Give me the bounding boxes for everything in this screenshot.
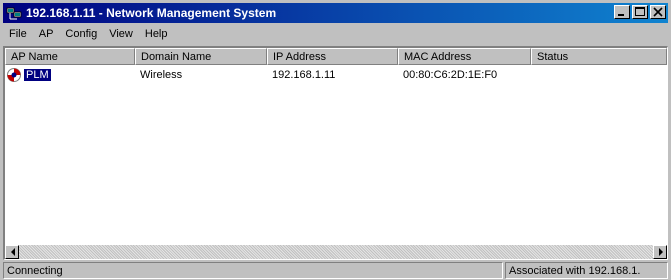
table-row[interactable]: PLM Wireless 192.168.1.11 00:80:C6:2D:1E… <box>5 66 667 83</box>
window-title: 192.168.1.11 - Network Management System <box>26 6 277 20</box>
arrow-right-icon <box>659 248 663 256</box>
minimize-icon <box>618 14 624 16</box>
status-bar: Connecting Associated with 192.168.1. <box>3 262 668 279</box>
column-header-status[interactable]: Status <box>531 48 667 65</box>
status-connection: Connecting <box>3 262 503 279</box>
arrow-left-icon <box>11 248 15 256</box>
column-header-mac-address[interactable]: MAC Address <box>398 48 531 65</box>
list-rows: PLM Wireless 192.168.1.11 00:80:C6:2D:1E… <box>5 66 667 83</box>
cell-domain-name: Wireless <box>140 68 183 81</box>
menu-view[interactable]: View <box>103 25 139 44</box>
column-header-domain-name[interactable]: Domain Name <box>135 48 267 65</box>
close-icon <box>653 7 663 17</box>
close-button[interactable] <box>650 5 666 19</box>
main-window: 192.168.1.11 - Network Management System… <box>0 0 671 280</box>
menu-ap[interactable]: AP <box>33 25 60 44</box>
menu-config[interactable]: Config <box>59 25 103 44</box>
cell-ip-address: 192.168.1.11 <box>272 68 336 81</box>
cell-ap-name: PLM <box>5 67 135 83</box>
access-point-icon <box>7 67 21 82</box>
menu-help[interactable]: Help <box>139 25 174 44</box>
title-bar[interactable]: 192.168.1.11 - Network Management System <box>3 3 668 23</box>
scroll-right-button[interactable] <box>653 245 667 259</box>
cell-mac-address: 00:80:C6:2D:1E:F0 <box>403 68 498 81</box>
maximize-icon <box>635 7 645 16</box>
column-header-ap-name[interactable]: AP Name <box>5 48 135 65</box>
scroll-left-button[interactable] <box>5 245 19 259</box>
minimize-button[interactable] <box>614 5 630 19</box>
access-point-list[interactable]: AP Name Domain Name IP Address MAC Addre… <box>3 46 668 260</box>
menu-file[interactable]: File <box>3 25 33 44</box>
column-header-ip-address[interactable]: IP Address <box>267 48 398 65</box>
ap-name-value: PLM <box>23 67 52 82</box>
list-header: AP Name Domain Name IP Address MAC Addre… <box>5 48 667 65</box>
menu-bar: File AP Config View Help <box>3 25 668 44</box>
maximize-button[interactable] <box>632 5 648 19</box>
window-controls <box>612 5 666 21</box>
network-computers-icon <box>6 7 22 20</box>
status-association: Associated with 192.168.1. <box>505 262 668 279</box>
horizontal-scrollbar[interactable] <box>5 245 667 259</box>
